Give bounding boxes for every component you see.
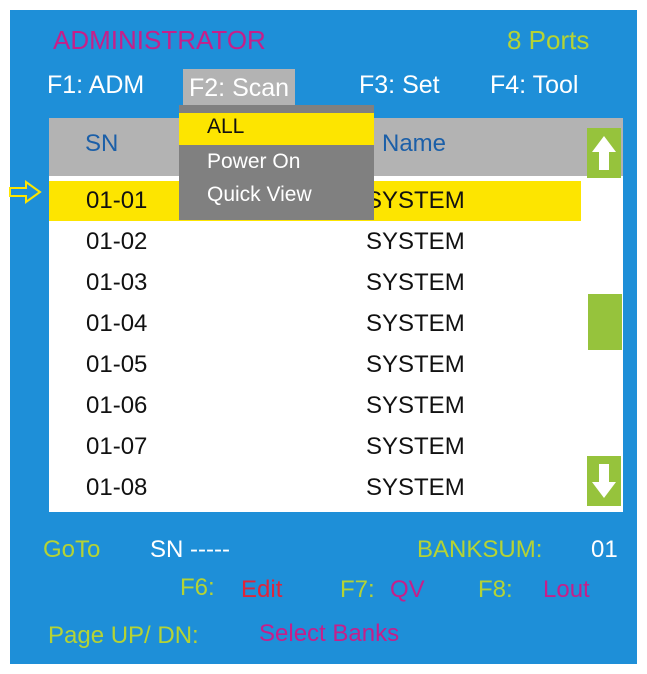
arrow-up-icon [592,136,616,170]
f8-lout-action[interactable]: Lout [543,576,590,604]
menu-f3-set[interactable]: F3: Set [359,71,440,100]
arrow-right-outline-icon [9,180,42,204]
f7-qv-action[interactable]: QV [390,576,425,604]
page-updn-label: Page UP/ DN: [48,622,199,649]
row-sn: 01-07 [86,433,148,460]
scroll-up-button[interactable] [587,128,621,178]
dropdown-item-label: Power On [207,150,301,173]
row-name: SYSTEM [366,474,465,501]
table-row[interactable]: 01-02 SYSTEM [49,222,581,262]
ports-count: 8 Ports [507,25,590,55]
row-sn: 01-04 [86,310,148,337]
user-title: ADMINISTRATOR [53,25,266,55]
menu-f4-tool[interactable]: F4: Tool [490,71,578,100]
menu-f2-scan[interactable]: F2: Scan [183,69,296,107]
f6-key: F6: [180,574,215,601]
column-name[interactable]: Name [382,130,446,158]
banksum-label: BANKSUM: [417,536,543,563]
f7-key: F7: [340,576,375,603]
banksum-value: 01 [591,536,618,563]
row-name: SYSTEM [366,392,465,419]
arrow-down-icon [592,464,616,498]
select-banks-action[interactable]: Select Banks [259,620,399,648]
dropdown-item-all[interactable]: ALL [179,113,374,145]
row-name: SYSTEM [366,269,465,296]
scroll-thumb[interactable] [588,294,622,350]
dropdown-item-label: ALL [207,115,245,138]
table-row[interactable]: 01-06 SYSTEM [49,386,581,426]
table-row[interactable]: 01-03 SYSTEM [49,263,581,303]
row-name: SYSTEM [366,187,465,214]
scroll-down-button[interactable] [587,456,621,506]
column-sn[interactable]: SN [85,130,118,158]
scrollbar[interactable] [585,118,623,512]
row-sn: 01-02 [86,228,148,255]
table-row[interactable]: 01-04 SYSTEM [49,304,581,344]
row-name: SYSTEM [366,433,465,460]
table-row[interactable]: 01-07 SYSTEM [49,427,581,467]
f8-key: F8: [478,576,513,603]
dropdown-item-label: Quick View [207,183,312,206]
menu-f1-adm[interactable]: F1: ADM [47,71,144,100]
row-sn: 01-06 [86,392,148,419]
table-row[interactable]: 01-08 SYSTEM [49,468,581,508]
row-name: SYSTEM [366,228,465,255]
f6-edit-action[interactable]: Edit [241,576,282,604]
scan-dropdown: ALL Power On Quick View [179,105,374,220]
row-name: SYSTEM [366,310,465,337]
osd-screen: ADMINISTRATOR 8 Ports F1: ADM F2: Scan F… [9,10,637,664]
row-sn: 01-05 [86,351,148,378]
row-sn: 01-03 [86,269,148,296]
table-row[interactable]: 01-05 SYSTEM [49,345,581,385]
goto-sn-input[interactable]: SN ----- [150,536,230,564]
goto-label: GoTo [43,536,101,563]
row-sn: 01-01 [86,187,148,214]
row-name: SYSTEM [366,351,465,378]
row-sn: 01-08 [86,474,148,501]
